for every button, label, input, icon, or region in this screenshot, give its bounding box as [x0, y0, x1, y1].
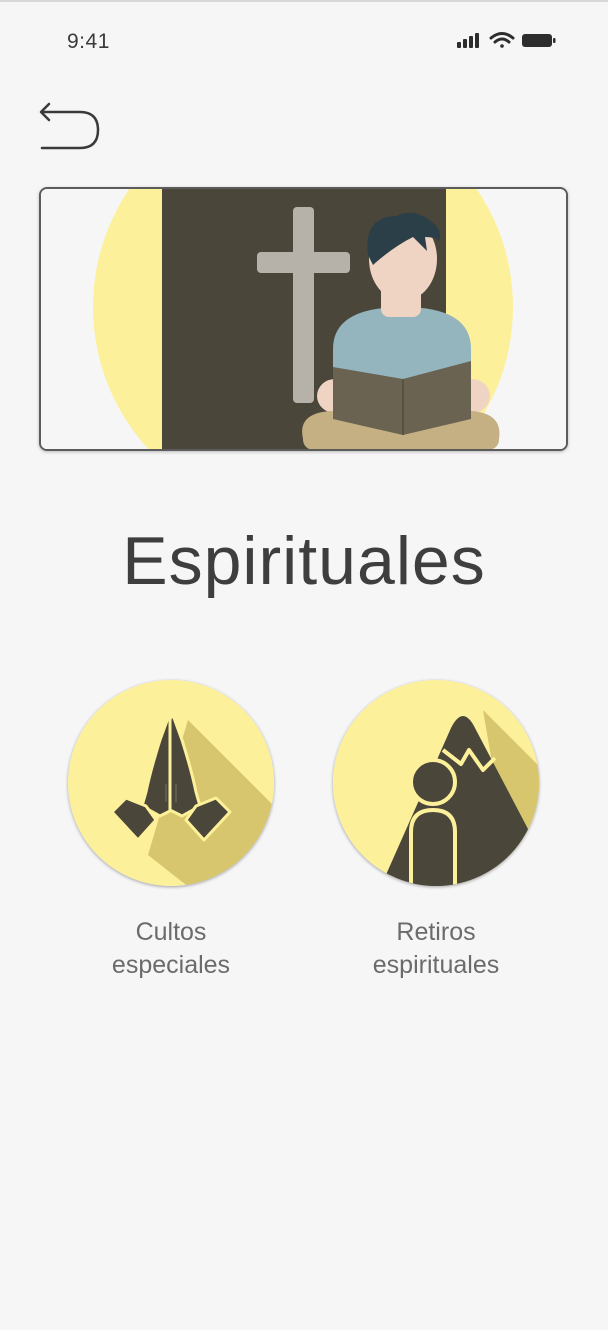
category-circle — [68, 680, 274, 886]
battery-icon — [522, 34, 556, 47]
category-label: Retiros espirituales — [326, 916, 546, 982]
back-arrow-icon — [39, 102, 100, 150]
category-label: Cultos especiales — [61, 916, 281, 982]
page-title: Espirituales — [122, 523, 486, 599]
wifi-icon — [489, 32, 515, 48]
category-label-line1: Cultos — [135, 918, 207, 946]
category-cultos-especiales[interactable]: Cultos especiales — [61, 680, 281, 982]
category-label-line1: Retiros — [396, 918, 476, 946]
cellular-signal-icon — [457, 33, 479, 48]
category-retiros-espirituales[interactable]: Retiros espirituales — [326, 680, 546, 982]
status-time: 9:41 — [67, 30, 110, 53]
person-reading-bible-illustration — [41, 189, 566, 449]
hero-banner — [39, 187, 568, 451]
person-mountain-icon — [333, 680, 539, 886]
category-label-line2: espirituales — [372, 951, 500, 979]
praying-hands-icon — [68, 680, 274, 886]
category-label-line2: especiales — [111, 951, 231, 979]
status-icons — [456, 30, 560, 52]
back-button[interactable] — [38, 100, 102, 154]
status-bar: 9:41 — [0, 0, 608, 80]
category-circle — [333, 680, 539, 886]
